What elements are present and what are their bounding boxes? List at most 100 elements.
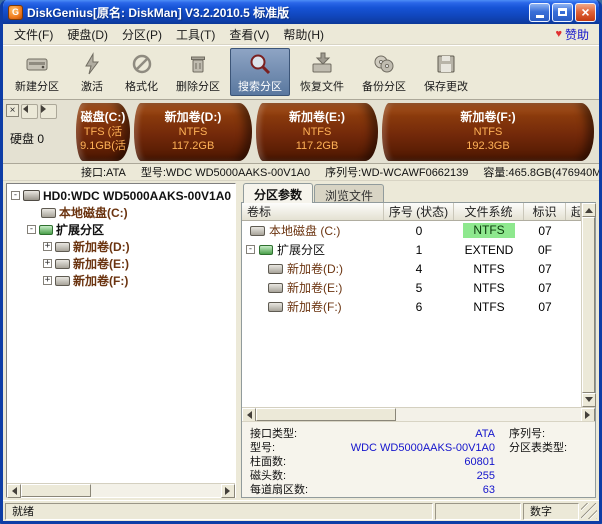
close-icon: × (581, 5, 589, 19)
extended-partition-icon (39, 225, 53, 235)
menu-view[interactable]: 查看(V) (222, 24, 276, 45)
table-horizontal-scrollbar[interactable] (242, 407, 595, 421)
disk-prev-button[interactable] (21, 104, 38, 119)
expand-icon[interactable]: + (43, 276, 52, 285)
hard-disk-icon (23, 190, 40, 201)
toolbar-label: 格式化 (125, 78, 158, 94)
volume-icon (55, 259, 70, 269)
tree-item-d[interactable]: + 新加卷(D:) (9, 238, 235, 255)
status-numlock: 数字 (523, 503, 579, 520)
table-vertical-scrollbar[interactable] (581, 203, 595, 407)
tree-item-f[interactable]: + 新加卷(F:) (9, 272, 235, 289)
minimize-button[interactable] (529, 3, 550, 22)
partition-e-segment[interactable]: 新加卷(E:) NTFS 117.2GB (256, 103, 378, 161)
partition-fs: TFS (活 (76, 125, 130, 139)
detail-label: 接口类型: (250, 427, 350, 441)
column-header-index[interactable]: 序号 (状态) (384, 203, 454, 220)
toolbar-label: 恢复文件 (300, 78, 344, 94)
column-header-flag[interactable]: 标识 (524, 203, 566, 220)
scroll-track[interactable] (256, 408, 581, 421)
disk-view-close-button[interactable]: × (6, 104, 19, 117)
activate-button[interactable]: 激活 (69, 48, 115, 96)
partition-name: 新加卷(F:) (382, 109, 594, 125)
scroll-right-button[interactable] (221, 484, 235, 498)
format-icon (129, 51, 155, 77)
scroll-down-button[interactable] (582, 393, 596, 407)
save-changes-button[interactable]: 保存更改 (416, 48, 476, 96)
partition-name: 磁盘(C:) (76, 109, 130, 125)
close-button[interactable]: × (575, 3, 596, 22)
tree-item-e[interactable]: + 新加卷(E:) (9, 255, 235, 272)
table-row[interactable]: 新加卷(D:) 4 NTFS 07 (242, 259, 581, 278)
recover-files-button[interactable]: 恢复文件 (292, 48, 352, 96)
backup-partition-button[interactable]: 备份分区 (354, 48, 414, 96)
scroll-thumb[interactable] (21, 484, 91, 497)
scroll-right-button[interactable] (581, 408, 595, 422)
maximize-button[interactable] (552, 3, 573, 22)
detail-row: 每道扇区数: 63 (250, 483, 587, 497)
partition-size: 117.2GB (256, 139, 378, 153)
tree-item-c[interactable]: 本地磁盘(C:) (9, 204, 235, 221)
scroll-track[interactable] (582, 217, 595, 393)
menu-disk[interactable]: 硬盘(D) (60, 24, 115, 45)
partition-name: 新加卷(D:) (134, 109, 252, 125)
scroll-thumb[interactable] (582, 217, 595, 393)
row-flag: 07 (524, 259, 566, 278)
volume-icon (268, 264, 283, 274)
search-partition-button[interactable]: 搜索分区 (230, 48, 290, 96)
status-bar: 就绪 数字 (3, 500, 599, 521)
toolbar: 新建分区 激活 格式化 删除分区 (3, 45, 599, 100)
format-button[interactable]: 格式化 (117, 48, 166, 96)
toolbar-label: 激活 (81, 78, 103, 94)
expand-icon[interactable]: + (43, 242, 52, 251)
new-partition-button[interactable]: 新建分区 (7, 48, 67, 96)
disk-next-button[interactable] (40, 104, 57, 119)
right-panel: 分区参数 浏览文件 卷标 序号 (状态) 文件系统 标识 起始柱 (241, 183, 596, 498)
scroll-up-button[interactable] (582, 203, 596, 217)
menu-bar: 文件(F) 硬盘(D) 分区(P) 工具(T) 查看(V) 帮助(H) ♥ 赞助 (3, 24, 599, 45)
tab-partition-params[interactable]: 分区参数 (243, 183, 313, 203)
menu-partition[interactable]: 分区(P) (115, 24, 169, 45)
tree-item-hd0[interactable]: - HD0:WDC WD5000AAKS-00V1A0 (9, 187, 235, 204)
row-index: 5 (384, 278, 454, 297)
tab-strip: 分区参数 浏览文件 (241, 183, 596, 203)
tab-browse-files[interactable]: 浏览文件 (314, 184, 384, 203)
down-arrow-icon (585, 397, 593, 406)
partition-d-segment[interactable]: 新加卷(D:) NTFS 117.2GB (134, 103, 252, 161)
menu-tools[interactable]: 工具(T) (169, 24, 222, 45)
partition-params-page: 卷标 序号 (状态) 文件系统 标识 起始柱 本地磁盘 (C:) 0 (241, 202, 596, 498)
column-header-volume[interactable]: 卷标 (242, 203, 384, 220)
detail-label2 (495, 483, 587, 497)
scroll-left-button[interactable] (7, 484, 21, 498)
row-flag: 07 (524, 221, 566, 240)
expand-icon[interactable]: + (43, 259, 52, 268)
table-row[interactable]: 本地磁盘 (C:) 0 NTFS 07 (242, 221, 581, 240)
resize-grip-icon[interactable] (581, 503, 597, 519)
tree-horizontal-scrollbar[interactable] (7, 483, 235, 497)
left-arrow-icon (19, 105, 28, 113)
scroll-track[interactable] (21, 484, 221, 497)
title-bar[interactable]: G DiskGenius[原名: DiskMan] V3.2.2010.5 标准… (3, 0, 599, 24)
column-header-filesystem[interactable]: 文件系统 (454, 203, 524, 220)
right-arrow-icon (585, 411, 594, 419)
partition-f-segment[interactable]: 新加卷(F:) NTFS 192.3GB (382, 103, 594, 161)
sponsor-link[interactable]: ♥ 赞助 (555, 26, 595, 43)
scroll-left-button[interactable] (242, 408, 256, 422)
table-row[interactable]: - 扩展分区 1 EXTEND 0F (242, 240, 581, 259)
info-interface: 接口:ATA (81, 164, 126, 180)
partition-c-segment[interactable]: 磁盘(C:) TFS (活 9.1GB(活 (76, 103, 130, 161)
scroll-thumb[interactable] (256, 408, 396, 421)
delete-partition-button[interactable]: 删除分区 (168, 48, 228, 96)
collapse-icon[interactable]: - (246, 245, 255, 254)
column-header-start[interactable]: 起始柱 (566, 203, 581, 220)
collapse-icon[interactable]: - (27, 225, 36, 234)
menu-help[interactable]: 帮助(H) (276, 24, 331, 45)
collapse-icon[interactable]: - (11, 191, 20, 200)
menu-file[interactable]: 文件(F) (7, 24, 60, 45)
row-flag: 07 (524, 278, 566, 297)
up-arrow-icon (585, 204, 593, 213)
tree-item-extended[interactable]: - 扩展分区 (9, 221, 235, 238)
detail-row: 型号: WDC WD5000AAKS-00V1A0 分区表类型: (250, 441, 587, 455)
table-row[interactable]: 新加卷(E:) 5 NTFS 07 (242, 278, 581, 297)
table-row[interactable]: 新加卷(F:) 6 NTFS 07 (242, 297, 581, 316)
